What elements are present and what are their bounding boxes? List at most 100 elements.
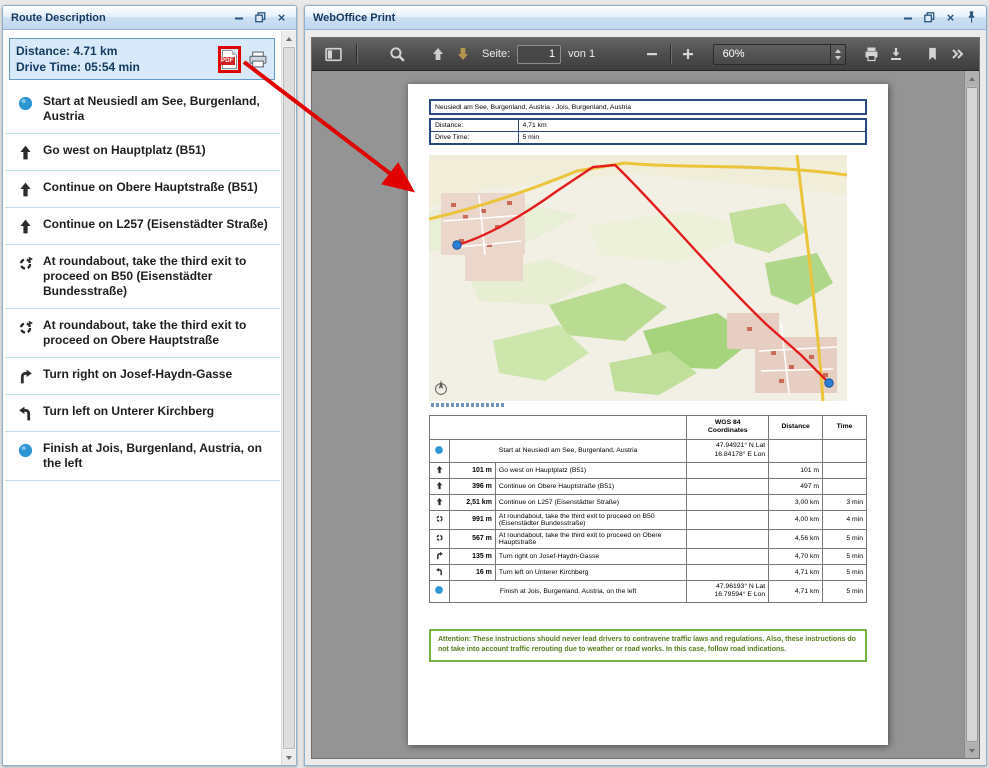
- table-row: Drive Time: 5 min: [430, 132, 866, 145]
- step-description-cell: Finish at Jois, Burgenland, Austria, on …: [449, 580, 686, 603]
- triangle-down-icon: [286, 756, 292, 760]
- route-step[interactable]: At roundabout, take the third exit to pr…: [5, 245, 280, 309]
- finish-marker-icon: [430, 580, 450, 603]
- turn-left-icon: [13, 404, 37, 422]
- print-route-button[interactable]: [248, 51, 268, 68]
- download-button[interactable]: [884, 41, 909, 67]
- route-step[interactable]: Turn right on Josef-Haydn-Gasse: [5, 358, 280, 395]
- step-length-cell: 135 m: [449, 548, 495, 564]
- panel-title: WebOffice Print: [313, 12, 897, 24]
- route-step-text: At roundabout, take the third exit to pr…: [43, 254, 276, 299]
- drive-time-label-cell: Drive Time:: [430, 132, 518, 145]
- distance-cell: 4,56 km: [769, 529, 823, 548]
- roundabout-icon: [430, 529, 450, 548]
- scrollbar-thumb[interactable]: [966, 87, 978, 742]
- close-icon: ×: [278, 11, 286, 24]
- pin-button[interactable]: [962, 9, 981, 26]
- minus-icon: [644, 46, 660, 62]
- route-panel-scrollbar[interactable]: [281, 31, 296, 765]
- route-table-row: 101 m Go west on Hauptplatz (B51) 101 m: [430, 462, 867, 478]
- bookmark-button[interactable]: [921, 41, 946, 67]
- coordinates-cell: 47.94921° N Lat16.84178° E Lon: [687, 439, 769, 462]
- step-description-cell: At roundabout, take the third exit to pr…: [495, 510, 686, 529]
- route-step[interactable]: Turn left on Unterer Kirchberg: [5, 395, 280, 432]
- minimize-button[interactable]: [230, 9, 249, 26]
- pdf-page: Neusiedl am See, Burgenland, Austria - J…: [408, 84, 888, 745]
- scroll-down-button[interactable]: [965, 743, 979, 758]
- minimize-button[interactable]: [899, 9, 918, 26]
- step-description-cell: Start at Neusiedl am See, Burgenland, Au…: [449, 439, 686, 462]
- turn-left-icon: [430, 564, 450, 580]
- finish-marker-icon: [13, 441, 37, 459]
- print-document-button[interactable]: [859, 41, 884, 67]
- zoom-out-button[interactable]: [640, 41, 665, 67]
- double-chevron-icon: [949, 46, 966, 62]
- scroll-down-button[interactable]: [282, 750, 296, 765]
- route-step-text: Turn left on Unterer Kirchberg: [43, 404, 276, 419]
- zoom-in-button[interactable]: [676, 41, 701, 67]
- time-cell: 5 min: [823, 580, 867, 603]
- download-icon: [888, 46, 904, 62]
- close-icon: ×: [947, 11, 955, 24]
- time-cell: [823, 462, 867, 478]
- route-step[interactable]: At roundabout, take the third exit to pr…: [5, 309, 280, 358]
- coordinates-cell: [687, 510, 769, 529]
- route-step[interactable]: Finish at Jois, Burgenland, Austria, on …: [5, 432, 280, 481]
- straight-arrow-icon: [430, 494, 450, 510]
- weboffice-print-titlebar[interactable]: WebOffice Print ×: [305, 6, 986, 30]
- route-steps-list: Start at Neusiedl am See, Burgenland, Au…: [5, 85, 280, 481]
- distance-cell: 4,71 km: [769, 564, 823, 580]
- route-description-titlebar[interactable]: Route Description ×: [3, 6, 296, 30]
- route-summary-table: Distance: 4,71 km Drive Time: 5 min: [429, 118, 867, 145]
- route-step-text: Start at Neusiedl am See, Burgenland, Au…: [43, 94, 276, 124]
- export-pdf-button[interactable]: PDF: [222, 50, 237, 69]
- start-marker: [453, 241, 461, 249]
- close-button[interactable]: ×: [272, 9, 291, 26]
- sidebar-toggle-button[interactable]: [321, 41, 346, 67]
- page-count-label: von 1: [568, 48, 595, 60]
- restore-icon: [253, 10, 268, 25]
- zoom-spinner[interactable]: [830, 45, 845, 64]
- distance-label-cell: Distance:: [430, 119, 518, 132]
- sidebar-toggle-icon: [325, 46, 342, 63]
- arrow-down-icon: [455, 46, 471, 62]
- restore-button[interactable]: [251, 9, 270, 26]
- viewer-scrollbar[interactable]: [964, 71, 979, 758]
- zoom-level-value: 60%: [714, 45, 830, 64]
- finish-marker: [825, 379, 833, 387]
- page-number-input[interactable]: [517, 45, 561, 64]
- start-marker-icon: [430, 439, 450, 462]
- next-page-button[interactable]: [450, 41, 475, 67]
- pdf-file-icon: PDF: [222, 50, 237, 69]
- search-button[interactable]: [385, 41, 410, 67]
- restore-button[interactable]: [920, 9, 939, 26]
- time-cell: [823, 439, 867, 462]
- restore-icon: [922, 10, 937, 25]
- pdf-toolbar: Seite: von 1 60%: [312, 38, 979, 71]
- route-step[interactable]: Continue on L257 (Eisenstädter Straße): [5, 208, 280, 245]
- route-step-text: Continue on L257 (Eisenstädter Straße): [43, 217, 276, 232]
- close-button[interactable]: ×: [941, 9, 960, 26]
- more-tools-button[interactable]: [945, 41, 970, 67]
- route-table-row: 567 m At roundabout, take the third exit…: [430, 529, 867, 548]
- straight-arrow-icon: [13, 217, 37, 235]
- triangle-up-icon: [969, 77, 975, 81]
- step-description-cell: Turn right on Josef-Haydn-Gasse: [495, 548, 686, 564]
- pdf-export-highlight-box: PDF: [218, 46, 241, 73]
- attention-notice: Attention: These instructions should nev…: [429, 629, 867, 661]
- distance-header-cell: Distance: [769, 416, 823, 440]
- route-directions-table: WGS 84Coordinates Distance Time Start at…: [429, 415, 867, 603]
- scroll-up-button[interactable]: [282, 31, 296, 46]
- previous-page-button[interactable]: [425, 41, 450, 67]
- route-table-row: 991 m At roundabout, take the third exit…: [430, 510, 867, 529]
- distance-cell: 4,70 km: [769, 548, 823, 564]
- scroll-up-button[interactable]: [965, 71, 979, 86]
- pin-icon: [964, 10, 979, 25]
- route-title-cell: Neusiedl am See, Burgenland, Austria - J…: [430, 100, 866, 114]
- route-step[interactable]: Start at Neusiedl am See, Burgenland, Au…: [5, 85, 280, 134]
- route-step[interactable]: Continue on Obere Hauptstraße (B51): [5, 171, 280, 208]
- zoom-level-select[interactable]: 60%: [713, 44, 846, 65]
- pdf-viewer[interactable]: Neusiedl am See, Burgenland, Austria - J…: [312, 71, 979, 758]
- scrollbar-thumb[interactable]: [283, 47, 295, 749]
- route-step[interactable]: Go west on Hauptplatz (B51): [5, 134, 280, 171]
